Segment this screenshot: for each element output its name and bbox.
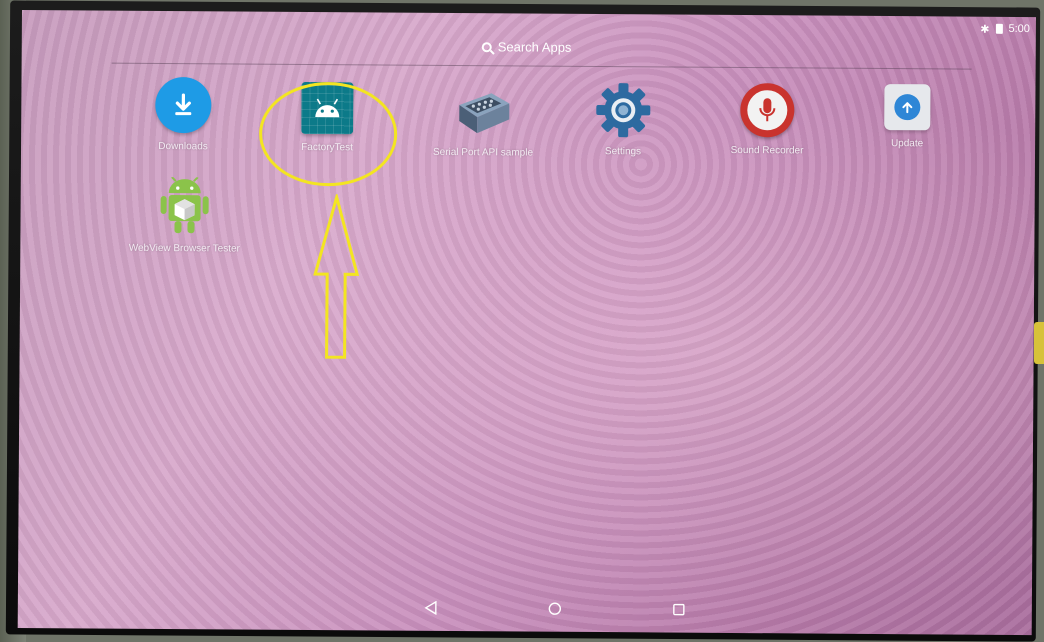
app-label: FactoryTest: [301, 141, 353, 154]
navigation-bar: [18, 590, 1032, 627]
app-update[interactable]: Update: [837, 84, 977, 150]
app-label: Settings: [604, 146, 642, 158]
app-label: Update: [890, 138, 924, 150]
recents-square-icon[interactable]: [667, 598, 691, 622]
app-factorytest[interactable]: FactoryTest: [257, 81, 397, 154]
android-screen: ✱ 5:00 Search Apps Downloads FactoryTest…: [17, 10, 1036, 636]
app-downloads[interactable]: Downloads: [113, 76, 254, 153]
search-icon: [481, 41, 492, 52]
search-apps-label: Search Apps: [497, 39, 572, 55]
app-settings[interactable]: Settings: [553, 82, 694, 158]
up-arrow-annotation: [313, 194, 360, 359]
android-icon: [301, 81, 354, 135]
yellow-sticker: [1034, 322, 1044, 364]
search-apps-button[interactable]: Search Apps: [481, 39, 572, 55]
back-triangle-icon[interactable]: [419, 596, 443, 620]
battery-icon: [995, 23, 1003, 34]
gear-icon: [595, 82, 651, 138]
home-circle-icon[interactable]: [543, 597, 567, 621]
serial-port-icon: [451, 85, 515, 139]
status-bar: ✱ 5:00: [980, 21, 1030, 37]
app-webview-browser-tester[interactable]: WebView Browser Tester: [114, 176, 255, 255]
bluetooth-icon: ✱: [980, 23, 990, 36]
update-arrow-icon: [884, 84, 931, 131]
app-serial-port-api-sample[interactable]: Serial Port API sample: [413, 85, 554, 159]
app-label: Sound Recorder: [730, 144, 804, 157]
status-time: 5:00: [1008, 22, 1030, 36]
search-divider: [111, 62, 972, 70]
download-icon: [155, 76, 212, 134]
app-label: Serial Port API sample: [432, 146, 534, 159]
app-label: Downloads: [158, 140, 208, 153]
android-box-icon: [159, 176, 209, 235]
microphone-icon: [740, 83, 795, 138]
app-label: WebView Browser Tester: [128, 242, 240, 255]
app-sound-recorder[interactable]: Sound Recorder: [697, 83, 838, 157]
